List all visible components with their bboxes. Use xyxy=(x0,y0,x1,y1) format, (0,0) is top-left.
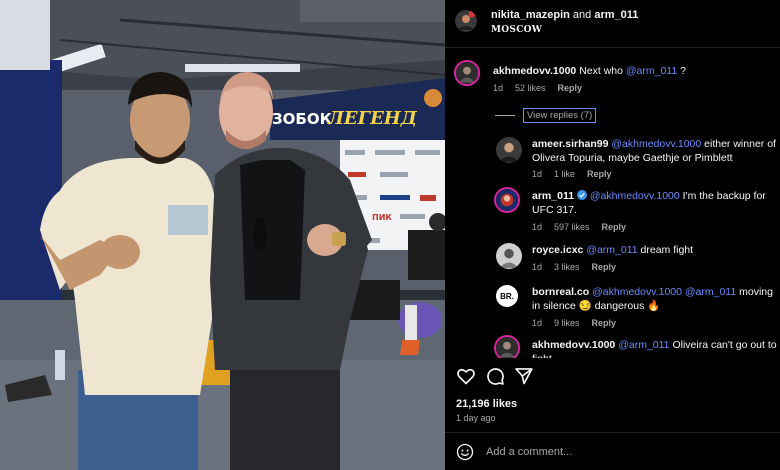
comment-text: akhmedovv.1000 @arm_011 Oliveira can't g… xyxy=(532,338,777,358)
add-comment-input[interactable]: Add a comment... xyxy=(486,446,572,458)
reply-item: arm_011 @akhmedovv.1000 I'm the backup f… xyxy=(445,185,780,235)
comment-text: ameer.sirhan99 @akhmedovv.1000 either wi… xyxy=(532,137,777,165)
banner-sponsor-pik: ПИК xyxy=(372,213,392,222)
comment-time: 1d xyxy=(493,83,504,93)
comment-likes[interactable]: 52 likes xyxy=(515,83,546,93)
comment-text: royce.icxc @arm_011 dream fight xyxy=(532,243,777,257)
comment-time: 1d xyxy=(532,169,543,179)
comment-text: akhmedovv.1000 Next who @arm_011 ? xyxy=(493,64,773,78)
comment-meta: 1d 3 likes Reply xyxy=(532,262,616,272)
comment-username[interactable]: akhmedovv.1000 xyxy=(493,65,576,77)
banner-text-1: ЗОБОК xyxy=(272,110,333,128)
comment-body-mid: dangerous xyxy=(591,300,648,312)
post-header: nikita_mazepin and arm_011 MOSCOW xyxy=(445,0,780,46)
likes-count[interactable]: 21,196 likes xyxy=(456,398,517,410)
commenter-avatar[interactable] xyxy=(494,335,520,358)
comment-meta: 1d 52 likes Reply xyxy=(493,83,582,93)
view-replies-label[interactable]: View replies (7) xyxy=(523,108,597,123)
comment-reply-button[interactable]: Reply xyxy=(592,262,617,272)
comment-body-tail: ? xyxy=(677,65,686,77)
view-replies-toggle[interactable]: View replies (7) xyxy=(495,108,597,123)
commenter-avatar[interactable]: BR. xyxy=(496,285,518,307)
comment-username[interactable]: arm_011 xyxy=(532,190,574,202)
photo-illustration: ЗОБОК ЛЕГЕНД ПИК xyxy=(0,0,445,470)
smiley-icon[interactable] xyxy=(456,443,474,461)
comment-mention[interactable]: @akhmedovv.1000 xyxy=(590,190,680,202)
post-photo[interactable]: ЗОБОК ЛЕГЕНД ПИК xyxy=(0,0,445,470)
comment-meta: 1d 9 likes Reply xyxy=(532,318,616,328)
author-avatar[interactable] xyxy=(455,10,477,32)
author-and: and xyxy=(572,9,592,21)
comment-item: akhmedovv.1000 Next who @arm_011 ? 1d 52… xyxy=(445,48,780,138)
smirk-emoji: 😏 xyxy=(578,300,592,312)
verified-badge-icon xyxy=(576,190,587,200)
comment-meta: 1d 597 likes Reply xyxy=(532,222,626,232)
comment-mention-2[interactable]: @arm_011 xyxy=(685,286,736,298)
comment-icon[interactable] xyxy=(485,366,505,386)
add-comment-bar: Add a comment... xyxy=(445,432,780,470)
comments-list[interactable]: akhmedovv.1000 Next who @arm_011 ? 1d 52… xyxy=(445,48,780,358)
comment-username[interactable]: royce.icxc xyxy=(532,244,583,256)
reply-item: ameer.sirhan99 @akhmedovv.1000 either wi… xyxy=(445,133,780,183)
comment-body-tail: dream fight xyxy=(637,244,694,256)
comment-mention[interactable]: @arm_011 xyxy=(626,65,677,77)
commenter-avatar[interactable] xyxy=(454,60,480,86)
comment-likes[interactable]: 9 likes xyxy=(554,318,580,328)
comment-mention[interactable]: @arm_011 xyxy=(618,339,669,351)
comment-time: 1d xyxy=(532,318,543,328)
author-line: nikita_mazepin and arm_011 xyxy=(491,9,638,21)
comment-time: 1d xyxy=(532,222,543,232)
reply-item: BR. bornreal.co @akhmedovv.1000 @arm_011… xyxy=(445,281,780,331)
comment-reply-button[interactable]: Reply xyxy=(558,83,583,93)
comment-likes[interactable]: 3 likes xyxy=(554,262,580,272)
comment-mention[interactable]: @akhmedovv.1000 xyxy=(611,138,701,150)
heart-icon[interactable] xyxy=(456,366,476,386)
comment-reply-button[interactable]: Reply xyxy=(592,318,617,328)
comment-username[interactable]: bornreal.co xyxy=(532,286,589,298)
reply-item: akhmedovv.1000 @arm_011 Oliveira can't g… xyxy=(445,335,780,358)
reply-item: royce.icxc @arm_011 dream fight 1d 3 lik… xyxy=(445,239,780,277)
comment-body: Next who xyxy=(579,65,626,77)
post-location[interactable]: MOSCOW xyxy=(491,25,542,35)
comment-likes[interactable]: 1 like xyxy=(554,169,575,179)
posted-ago: 1 day ago xyxy=(456,413,496,423)
banner-text-2: ЛЕГЕНД xyxy=(327,108,418,129)
paper-plane-icon[interactable] xyxy=(514,366,534,386)
comment-mention[interactable]: @arm_011 xyxy=(586,244,637,256)
author-username-2[interactable]: arm_011 xyxy=(594,9,638,21)
author-username-1[interactable]: nikita_mazepin xyxy=(491,9,570,21)
commenter-avatar[interactable] xyxy=(496,137,522,163)
comment-time: 1d xyxy=(532,262,543,272)
post-side-panel: nikita_mazepin and arm_011 MOSCOW akhmed… xyxy=(445,0,780,470)
commenter-avatar[interactable] xyxy=(494,187,520,213)
fire-emoji: 🔥 xyxy=(647,300,661,312)
view-replies-line xyxy=(495,115,515,116)
comment-text: bornreal.co @akhmedovv.1000 @arm_011 mov… xyxy=(532,285,777,313)
comment-reply-button[interactable]: Reply xyxy=(602,222,627,232)
instagram-post-view: ЗОБОК ЛЕГЕНД ПИК nikita_mazepin and arm_… xyxy=(0,0,780,470)
comment-likes[interactable]: 597 likes xyxy=(554,222,590,232)
comment-meta: 1d 1 like Reply xyxy=(532,169,612,179)
comment-reply-button[interactable]: Reply xyxy=(587,169,612,179)
comment-text: arm_011 @akhmedovv.1000 I'm the backup f… xyxy=(532,189,777,217)
comment-mention[interactable]: @akhmedovv.1000 xyxy=(592,286,682,298)
comment-username[interactable]: akhmedovv.1000 xyxy=(532,339,615,351)
comment-username[interactable]: ameer.sirhan99 xyxy=(532,138,608,150)
commenter-avatar[interactable] xyxy=(496,243,522,269)
